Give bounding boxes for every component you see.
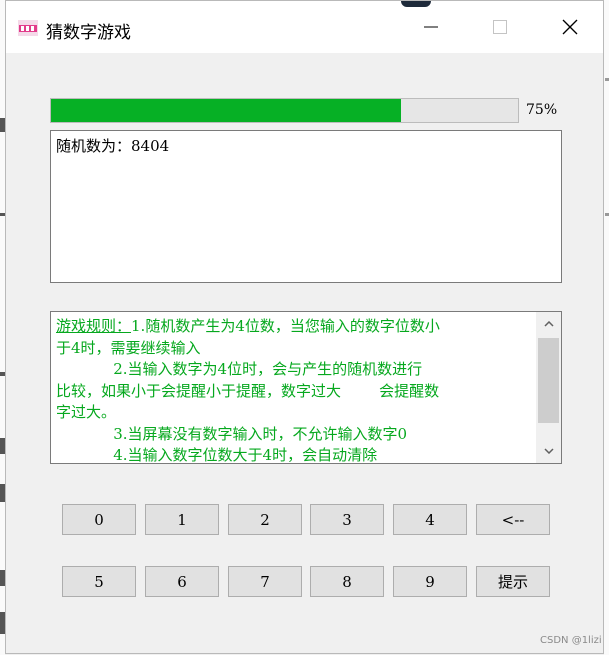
chevron-down-icon	[543, 448, 554, 454]
key-0-button[interactable]: 0	[62, 504, 136, 535]
key-7-button[interactable]: 7	[228, 566, 302, 597]
key-4-button[interactable]: 4	[393, 504, 467, 535]
key-8-button[interactable]: 8	[310, 566, 384, 597]
maximize-icon	[493, 20, 507, 34]
watermark: CSDN @1lizi	[540, 635, 602, 646]
close-icon	[562, 19, 578, 35]
output-textbox[interactable]: 随机数为：8404	[50, 130, 562, 283]
rules-line-text: 1.随机数产生为4位数，当您输入的数字位数小	[131, 317, 440, 335]
key-6-button[interactable]: 6	[145, 566, 219, 597]
key-2-button[interactable]: 2	[228, 504, 302, 535]
scroll-down-button[interactable]	[536, 439, 561, 463]
rules-line: 字过大。	[56, 403, 117, 421]
maximize-button[interactable]	[465, 1, 535, 53]
rules-line: 比较，如果小于会提醒小于提醒，数字过大 会提醒数	[56, 381, 440, 400]
rules-scrollbar[interactable]	[536, 312, 561, 463]
rules-title: 游戏规则：	[56, 317, 132, 335]
chevron-up-icon	[543, 321, 554, 327]
minimize-icon	[424, 26, 438, 28]
rules-textbox[interactable]: 游戏规则：1.随机数产生为4位数，当您输入的数字位数小 于4时，需要继续输入 2…	[50, 311, 562, 464]
hint-button[interactable]: 提示	[476, 566, 550, 597]
progress-percent: 75%	[526, 102, 558, 118]
background-fragment	[605, 78, 609, 81]
key-9-button[interactable]: 9	[393, 566, 467, 597]
progress-fill	[51, 99, 402, 122]
output-text: 随机数为：8404	[56, 137, 170, 155]
key-3-button[interactable]: 3	[310, 504, 384, 535]
background-desktop-right	[604, 0, 609, 655]
progress-bar	[50, 98, 519, 123]
rules-line: 2.当输入数字为4位时，会与产生的随机数进行	[56, 360, 423, 378]
scroll-up-button[interactable]	[536, 312, 561, 336]
key-1-button[interactable]: 1	[145, 504, 219, 535]
window-title: 猜数字游戏	[46, 23, 131, 43]
rules-line: 游戏规则：1.随机数产生为4位数，当您输入的数字位数小	[56, 316, 534, 338]
scroll-thumb[interactable]	[538, 338, 559, 423]
rules-text: 游戏规则：1.随机数产生为4位数，当您输入的数字位数小 于4时，需要继续输入 2…	[56, 316, 534, 464]
minimize-button[interactable]	[396, 1, 466, 53]
rules-line: 4.当输入数字位数大于4时，会自动清除	[56, 446, 378, 464]
backspace-button[interactable]: <--	[476, 504, 550, 535]
rules-line: 3.当屏幕没有数字输入时，不允许输入数字0	[56, 424, 408, 443]
app-game-icon	[18, 20, 38, 36]
title-bar[interactable]: 猜数字游戏	[6, 1, 603, 53]
close-button[interactable]	[535, 1, 605, 53]
rules-line: 于4时，需要继续输入	[56, 338, 201, 357]
game-window: 猜数字游戏 75% 随机数为：8404 游戏规则：1.随机数产生为4位数，当您输…	[5, 0, 604, 654]
key-5-button[interactable]: 5	[62, 566, 136, 597]
background-fragment	[605, 213, 609, 216]
